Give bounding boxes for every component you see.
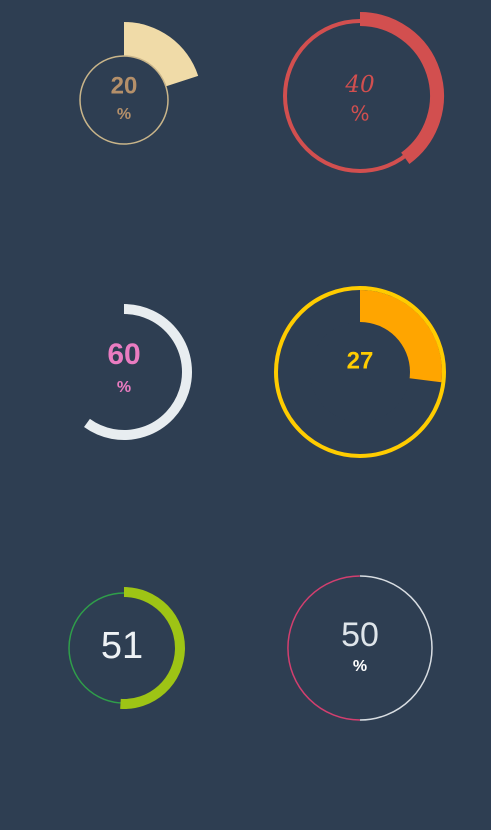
gauge-20: 20 % — [79, 22, 199, 145]
gauge-20-value: 20 — [111, 72, 138, 99]
gauge-27-value: 27 — [347, 347, 374, 374]
gauge-60: 60 % — [84, 304, 192, 440]
gauge-40-value: 40 — [344, 72, 374, 98]
gauge-51-value: 51 — [101, 625, 143, 667]
gauge-20-suffix: % — [117, 106, 131, 123]
gauge-51: 51 — [68, 587, 185, 709]
gauge-50-value: 50 — [341, 616, 379, 654]
gauge-20-ring — [79, 55, 169, 145]
gauge-40-suffix: % — [350, 102, 369, 126]
gauge-60-value: 60 — [107, 338, 140, 371]
dial-gauges: 20 % 40 % 60 % 27 51 50 % — [68, 12, 446, 721]
gauge-60-arc — [84, 304, 192, 440]
gauge-50-suffix: % — [353, 658, 367, 675]
gauge-27: 27 — [274, 286, 446, 458]
gauge-60-suffix: % — [117, 379, 131, 396]
gauge-50: 50 % — [287, 575, 433, 721]
gauge-40: 40 % — [283, 12, 444, 173]
